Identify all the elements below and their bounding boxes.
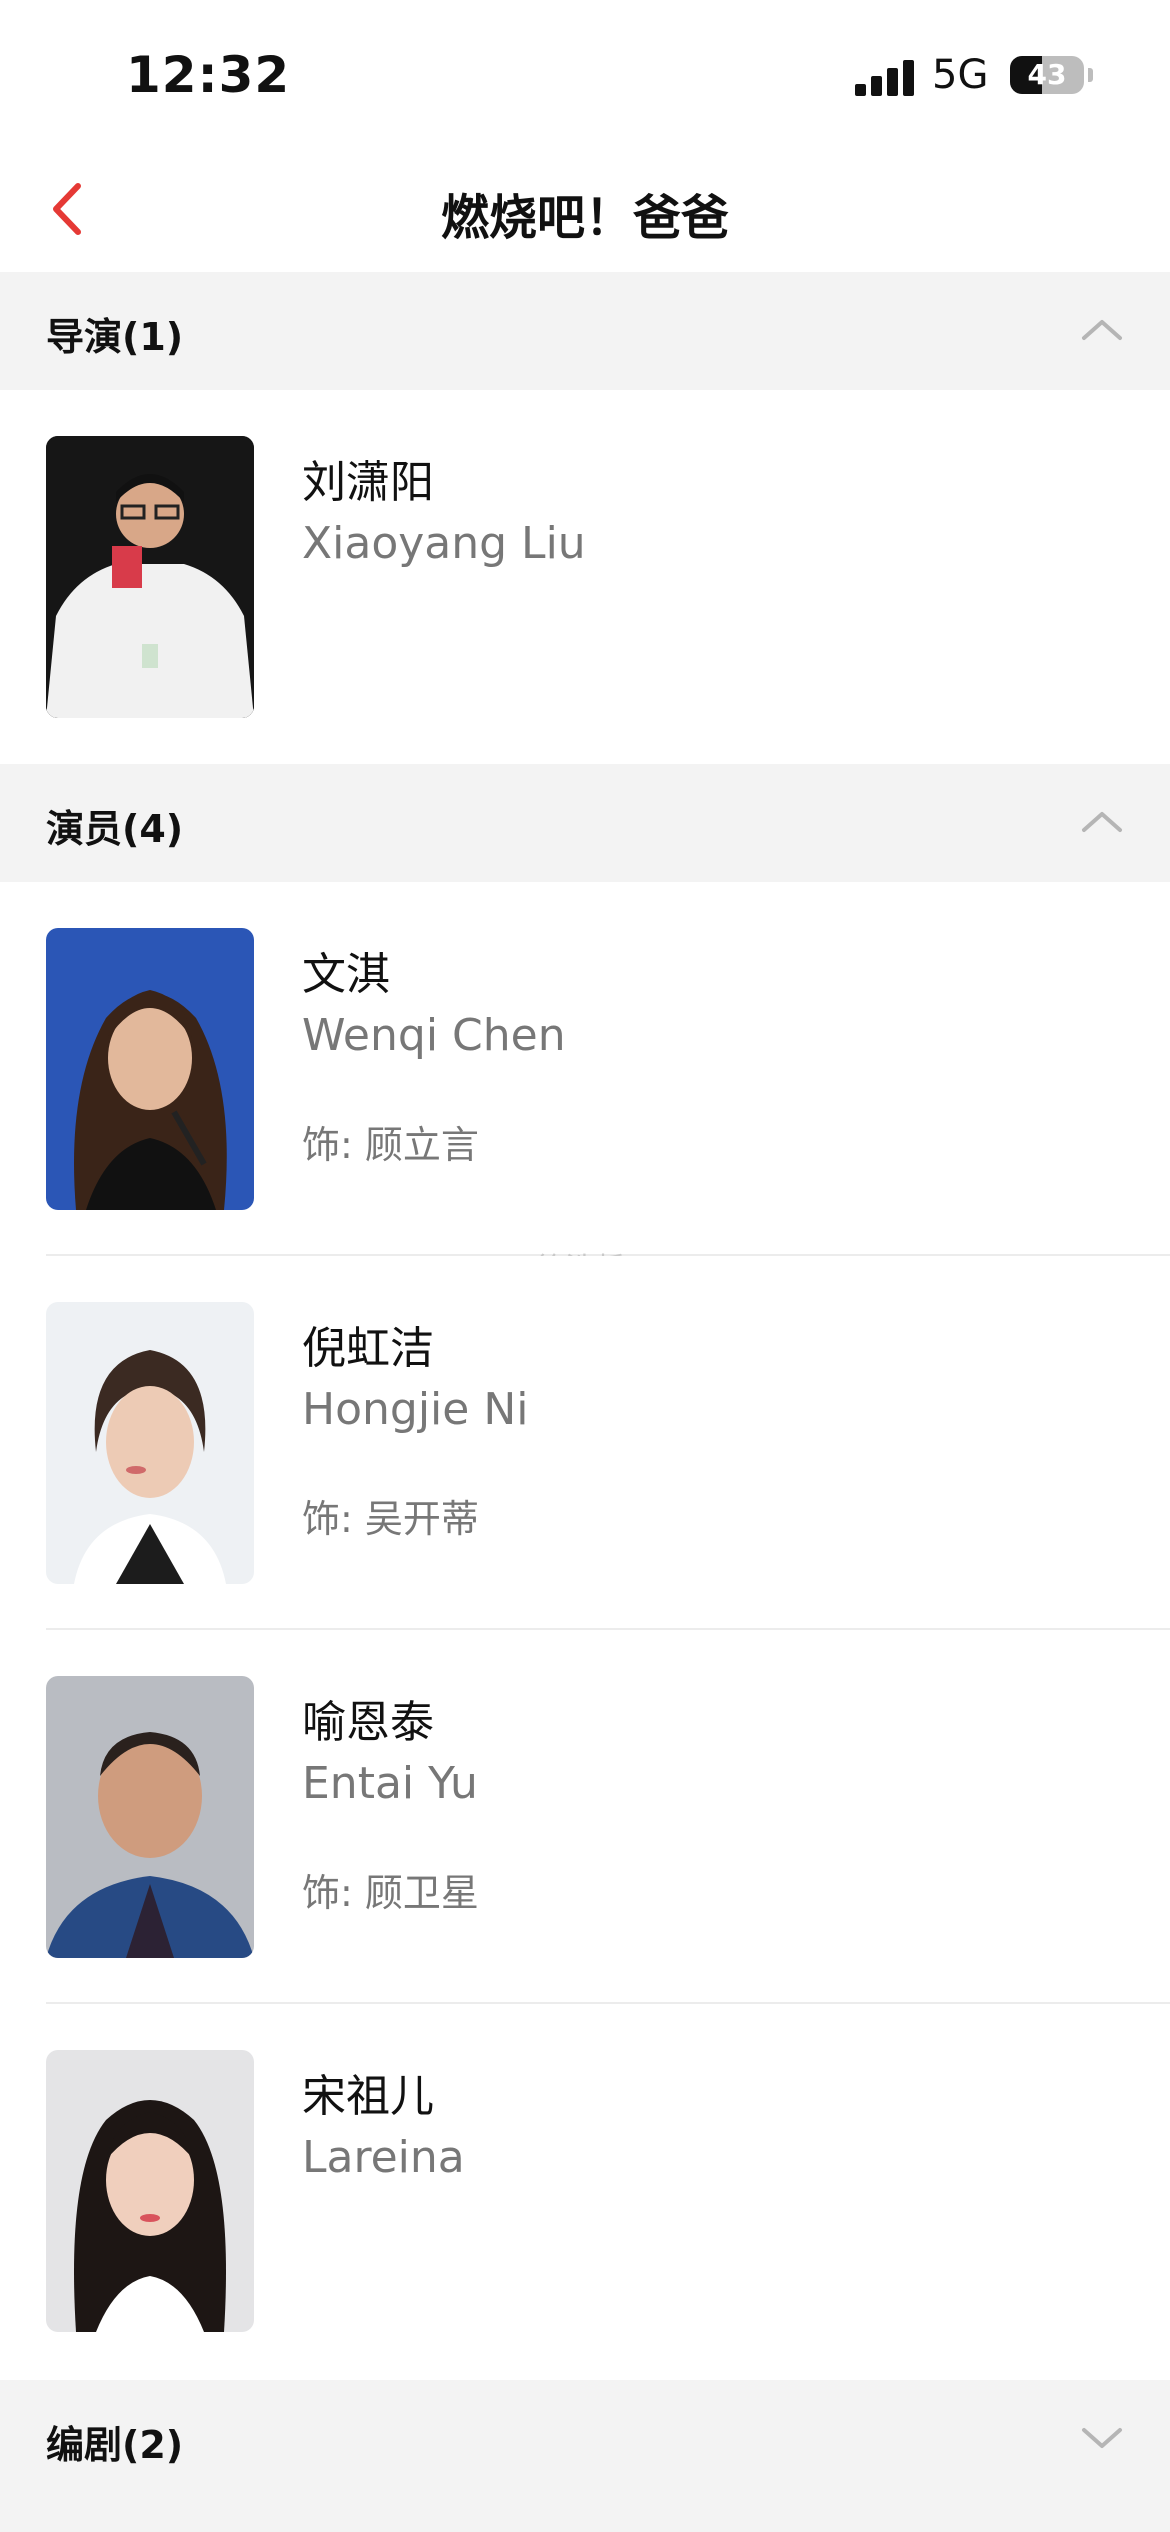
status-bar: 12:32 5G 43 (0, 0, 1170, 150)
person-name-cn: 文淇 (302, 949, 390, 1000)
person-name-en: Hongjie Ni (302, 1384, 529, 1435)
person-photo (46, 1302, 254, 1584)
section-header-director[interactable]: 导演(1) (0, 272, 1170, 390)
cast-row[interactable]: 文淇 Wenqi Chen 饰: 顾立言 (0, 882, 1170, 1256)
battery-icon: 43 (1010, 56, 1084, 94)
person-name-en: Wenqi Chen (302, 1010, 566, 1061)
section-title: 编剧(2) (46, 2423, 184, 2467)
cast-row[interactable]: 宋祖儿 Lareina (0, 2004, 1170, 2378)
section-title: 演员(4) (46, 807, 184, 851)
person-photo (46, 436, 254, 718)
page-title: 燃烧吧！爸爸 (440, 190, 729, 246)
person-name-en: Lareina (302, 2132, 465, 2183)
chevron-down-icon (1082, 2428, 1122, 2448)
section-header-cast[interactable]: 演员(4) (0, 764, 1170, 882)
person-photo (46, 1676, 254, 1958)
network-type: 5G (932, 52, 989, 98)
battery-level: 43 (1027, 58, 1067, 91)
cellular-signal-icon (855, 60, 917, 96)
person-role: 饰: 吴开蒂 (302, 1497, 479, 1541)
person-name-en: Xiaoyang Liu (302, 518, 586, 569)
person-name-cn: 宋祖儿 (302, 2071, 434, 2122)
person-photo (46, 928, 254, 1210)
battery-tip (1088, 68, 1093, 82)
person-name-cn: 刘潇阳 (302, 457, 434, 508)
person-role: 饰: 顾卫星 (302, 1871, 479, 1915)
director-row[interactable]: 刘潇阳 Xiaoyang Liu (0, 390, 1170, 764)
section-title: 导演(1) (46, 315, 184, 359)
section-header-writer[interactable]: 编剧(2) (0, 2380, 1170, 2532)
chevron-up-icon (1082, 320, 1122, 340)
chevron-up-icon (1082, 812, 1122, 832)
cast-row[interactable]: 倪虹洁 Hongjie Ni 饰: 吴开蒂 (0, 1256, 1170, 1630)
navigation-bar: 燃烧吧！爸爸 (0, 150, 1170, 272)
person-role: 饰: 顾立言 (302, 1123, 479, 1167)
person-name-cn: 倪虹洁 (302, 1323, 434, 1374)
person-name-cn: 喻恩泰 (302, 1697, 434, 1748)
person-photo (46, 2050, 254, 2332)
status-time: 12:32 (126, 46, 291, 104)
cast-row[interactable]: 喻恩泰 Entai Yu 饰: 顾卫星 (0, 1630, 1170, 2004)
person-name-en: Entai Yu (302, 1758, 478, 1809)
